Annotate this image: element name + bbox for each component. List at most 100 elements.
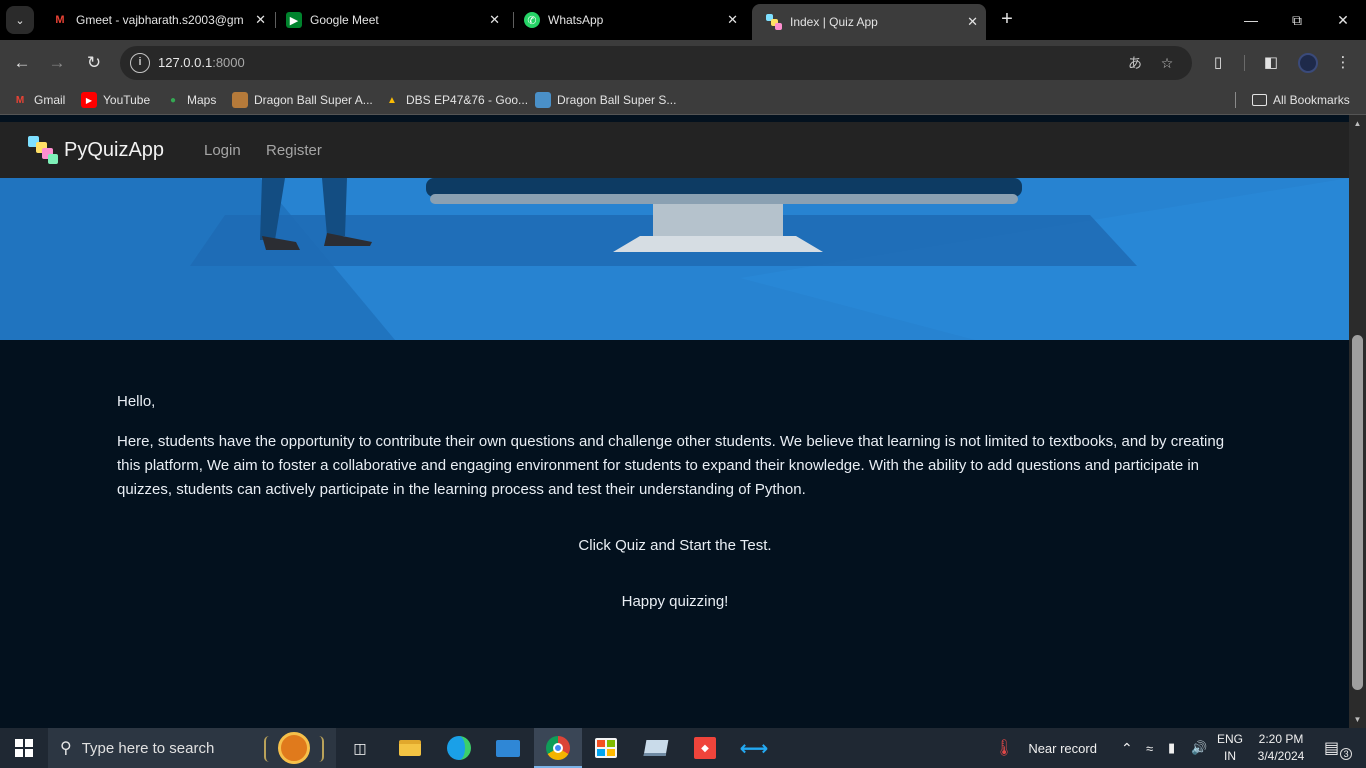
all-bookmarks-label: All Bookmarks — [1273, 93, 1350, 107]
page-viewport: PyQuizApp Login Register Hello, Here, st… — [0, 114, 1366, 728]
intro-paragraph: Here, students have the opportunity to c… — [117, 433, 1225, 498]
search-placeholder: Type here to search — [81, 739, 215, 757]
file-explorer-icon[interactable] — [396, 734, 424, 762]
anydesk-icon[interactable]: ◆ — [691, 734, 719, 762]
close-icon[interactable]: ✕ — [255, 12, 266, 28]
notification-icon: ▤ — [1324, 740, 1340, 757]
battery-icon[interactable]: ▮ — [1168, 728, 1175, 768]
vscode-icon[interactable]: ⟷ — [740, 734, 769, 762]
scroll-down-icon[interactable]: ▼ — [1349, 713, 1366, 727]
tab-title: Index | Quiz App — [790, 15, 878, 29]
taskbar-search[interactable]: ⚲ Type here to search — [48, 728, 336, 768]
forward-button[interactable]: → — [42, 48, 72, 78]
greeting-text: Hello, — [117, 393, 156, 410]
plus-icon: + — [1001, 8, 1013, 30]
nav-login-link[interactable]: Login — [204, 142, 241, 159]
address-url[interactable]: 127.0.0.1:8000 — [158, 55, 245, 70]
bookmark-star-icon[interactable]: ☆ — [1157, 53, 1177, 73]
bookmark-label: Gmail — [34, 93, 66, 107]
notification-center-button[interactable]: ▤ 3 — [1324, 728, 1353, 768]
minimize-button[interactable]: — — [1228, 0, 1274, 40]
gmail-icon: M — [55, 14, 65, 26]
mail-icon[interactable] — [494, 734, 522, 762]
bookmark-label: DBS EP47&76 - Goo... — [406, 93, 529, 107]
all-bookmarks-button[interactable]: All Bookmarks — [1252, 91, 1350, 109]
microsoft-store-icon[interactable] — [592, 734, 620, 762]
address-bar[interactable]: i 127.0.0.1:8000 あ ☆ — [120, 46, 1192, 80]
thermometer-icon: 🌡 — [994, 740, 1015, 757]
close-icon[interactable]: ✕ — [489, 12, 500, 28]
extensions-icon[interactable]: ▯ — [1207, 52, 1229, 74]
windows-logo-icon — [15, 739, 33, 757]
bookmark-dragon-ball-s[interactable]: Dragon Ball Super S... — [535, 91, 676, 109]
bookmark-label: Maps — [187, 93, 217, 107]
language-indicator[interactable]: ENG IN — [1214, 731, 1246, 765]
weather-widget[interactable]: 🌡 Near record — [994, 728, 1097, 768]
hero-illustration-svg — [0, 178, 1349, 340]
volume-icon[interactable]: 🔊 — [1191, 728, 1207, 768]
bookmark-dragon-ball-a[interactable]: Dragon Ball Super A... — [232, 91, 373, 109]
minimize-icon: — — [1244, 12, 1258, 28]
system-clock[interactable]: 2:20 PM 3/4/2024 — [1253, 731, 1309, 765]
reload-button[interactable]: ↻ — [79, 48, 109, 78]
tab-quiz-app[interactable]: Index | Quiz App ✕ — [752, 4, 986, 40]
profile-avatar[interactable] — [1298, 53, 1318, 73]
tab-whatsapp[interactable]: ✆ WhatsApp ✕ — [510, 0, 746, 40]
translate-icon[interactable]: あ — [1125, 53, 1145, 73]
google-drive-icon: ▲ — [387, 94, 397, 106]
close-icon[interactable]: ✕ — [967, 14, 978, 30]
windows-taskbar: ⚲ Type here to search ◫ ◆ ⟷ 🌡 Near recor… — [0, 728, 1366, 768]
bookmark-maps[interactable]: ● Maps — [165, 91, 216, 109]
site-icon — [535, 92, 551, 108]
maps-icon: ● — [169, 94, 177, 106]
page-scrollbar[interactable]: ▲ ▼ — [1349, 115, 1366, 728]
side-panel-icon[interactable]: ◧ — [1260, 52, 1282, 74]
close-icon[interactable]: ✕ — [727, 12, 738, 28]
arrow-right-icon: → — [48, 53, 66, 72]
youtube-icon: ▶ — [81, 92, 97, 108]
back-button[interactable]: ← — [7, 48, 37, 78]
chrome-icon[interactable] — [544, 734, 572, 762]
task-view-icon[interactable]: ◫ — [346, 734, 374, 762]
bookmark-gmail[interactable]: M Gmail — [12, 91, 66, 109]
bookmark-youtube[interactable]: ▶ YouTube — [81, 91, 150, 109]
scroll-up-icon[interactable]: ▲ — [1349, 117, 1366, 131]
wifi-icon[interactable]: ≈ — [1146, 728, 1153, 768]
arrow-left-icon: ← — [13, 53, 31, 72]
google-meet-icon: ▶ — [286, 12, 302, 28]
quiz-app-icon — [766, 14, 782, 30]
clock-date: 3/4/2024 — [1257, 749, 1305, 763]
bookmark-label: Dragon Ball Super S... — [557, 93, 677, 107]
search-icon: ⚲ — [60, 740, 72, 757]
tab-strip: ⌄ M Gmeet - vajbharath.s2003@gma ✕ ▶ Goo… — [0, 0, 1366, 40]
site-navbar: PyQuizApp Login Register — [0, 122, 1349, 178]
tab-gmeet[interactable]: M Gmeet - vajbharath.s2003@gma ✕ — [38, 0, 274, 40]
hero-illustration — [0, 178, 1349, 340]
brand[interactable]: PyQuizApp — [28, 134, 164, 166]
welcome-article: Hello, Here, students have the opportuni… — [117, 390, 1233, 630]
edge-browser-icon[interactable] — [445, 734, 473, 762]
scrollbar-thumb[interactable] — [1352, 335, 1363, 690]
laptop-app-icon[interactable] — [642, 734, 670, 762]
cta-text: Click Quiz and Start the Test. — [578, 537, 772, 554]
nav-register-link[interactable]: Register — [266, 142, 322, 159]
signoff-text: Happy quizzing! — [621, 593, 729, 610]
browser-toolbar: ← → ↻ i 127.0.0.1:8000 あ ☆ ▯ ◧ ⋮ — [0, 40, 1366, 86]
tab-google-meet[interactable]: ▶ Google Meet ✕ — [272, 0, 508, 40]
bookmark-dbs-drive[interactable]: ▲ DBS EP47&76 - Goo... — [384, 91, 528, 109]
site-info-icon[interactable]: i — [130, 53, 150, 73]
start-button[interactable] — [0, 728, 48, 768]
tab-title: WhatsApp — [548, 13, 604, 27]
brand-name: PyQuizApp — [64, 138, 165, 161]
menu-dots-icon[interactable]: ⋮ — [1332, 52, 1354, 74]
chevron-up-icon[interactable]: ⌃ — [1121, 728, 1133, 768]
region-code: IN — [1224, 749, 1236, 763]
folder-icon — [1252, 94, 1267, 106]
gmail-icon: M — [15, 94, 25, 106]
new-tab-button[interactable]: + — [996, 8, 1018, 30]
restore-button[interactable]: ⧉ — [1274, 0, 1320, 40]
tab-search-button[interactable]: ⌄ — [6, 6, 34, 34]
image-icon — [232, 92, 248, 108]
chevron-down-icon: ⌄ — [15, 14, 25, 27]
close-window-button[interactable]: ✕ — [1320, 0, 1366, 40]
